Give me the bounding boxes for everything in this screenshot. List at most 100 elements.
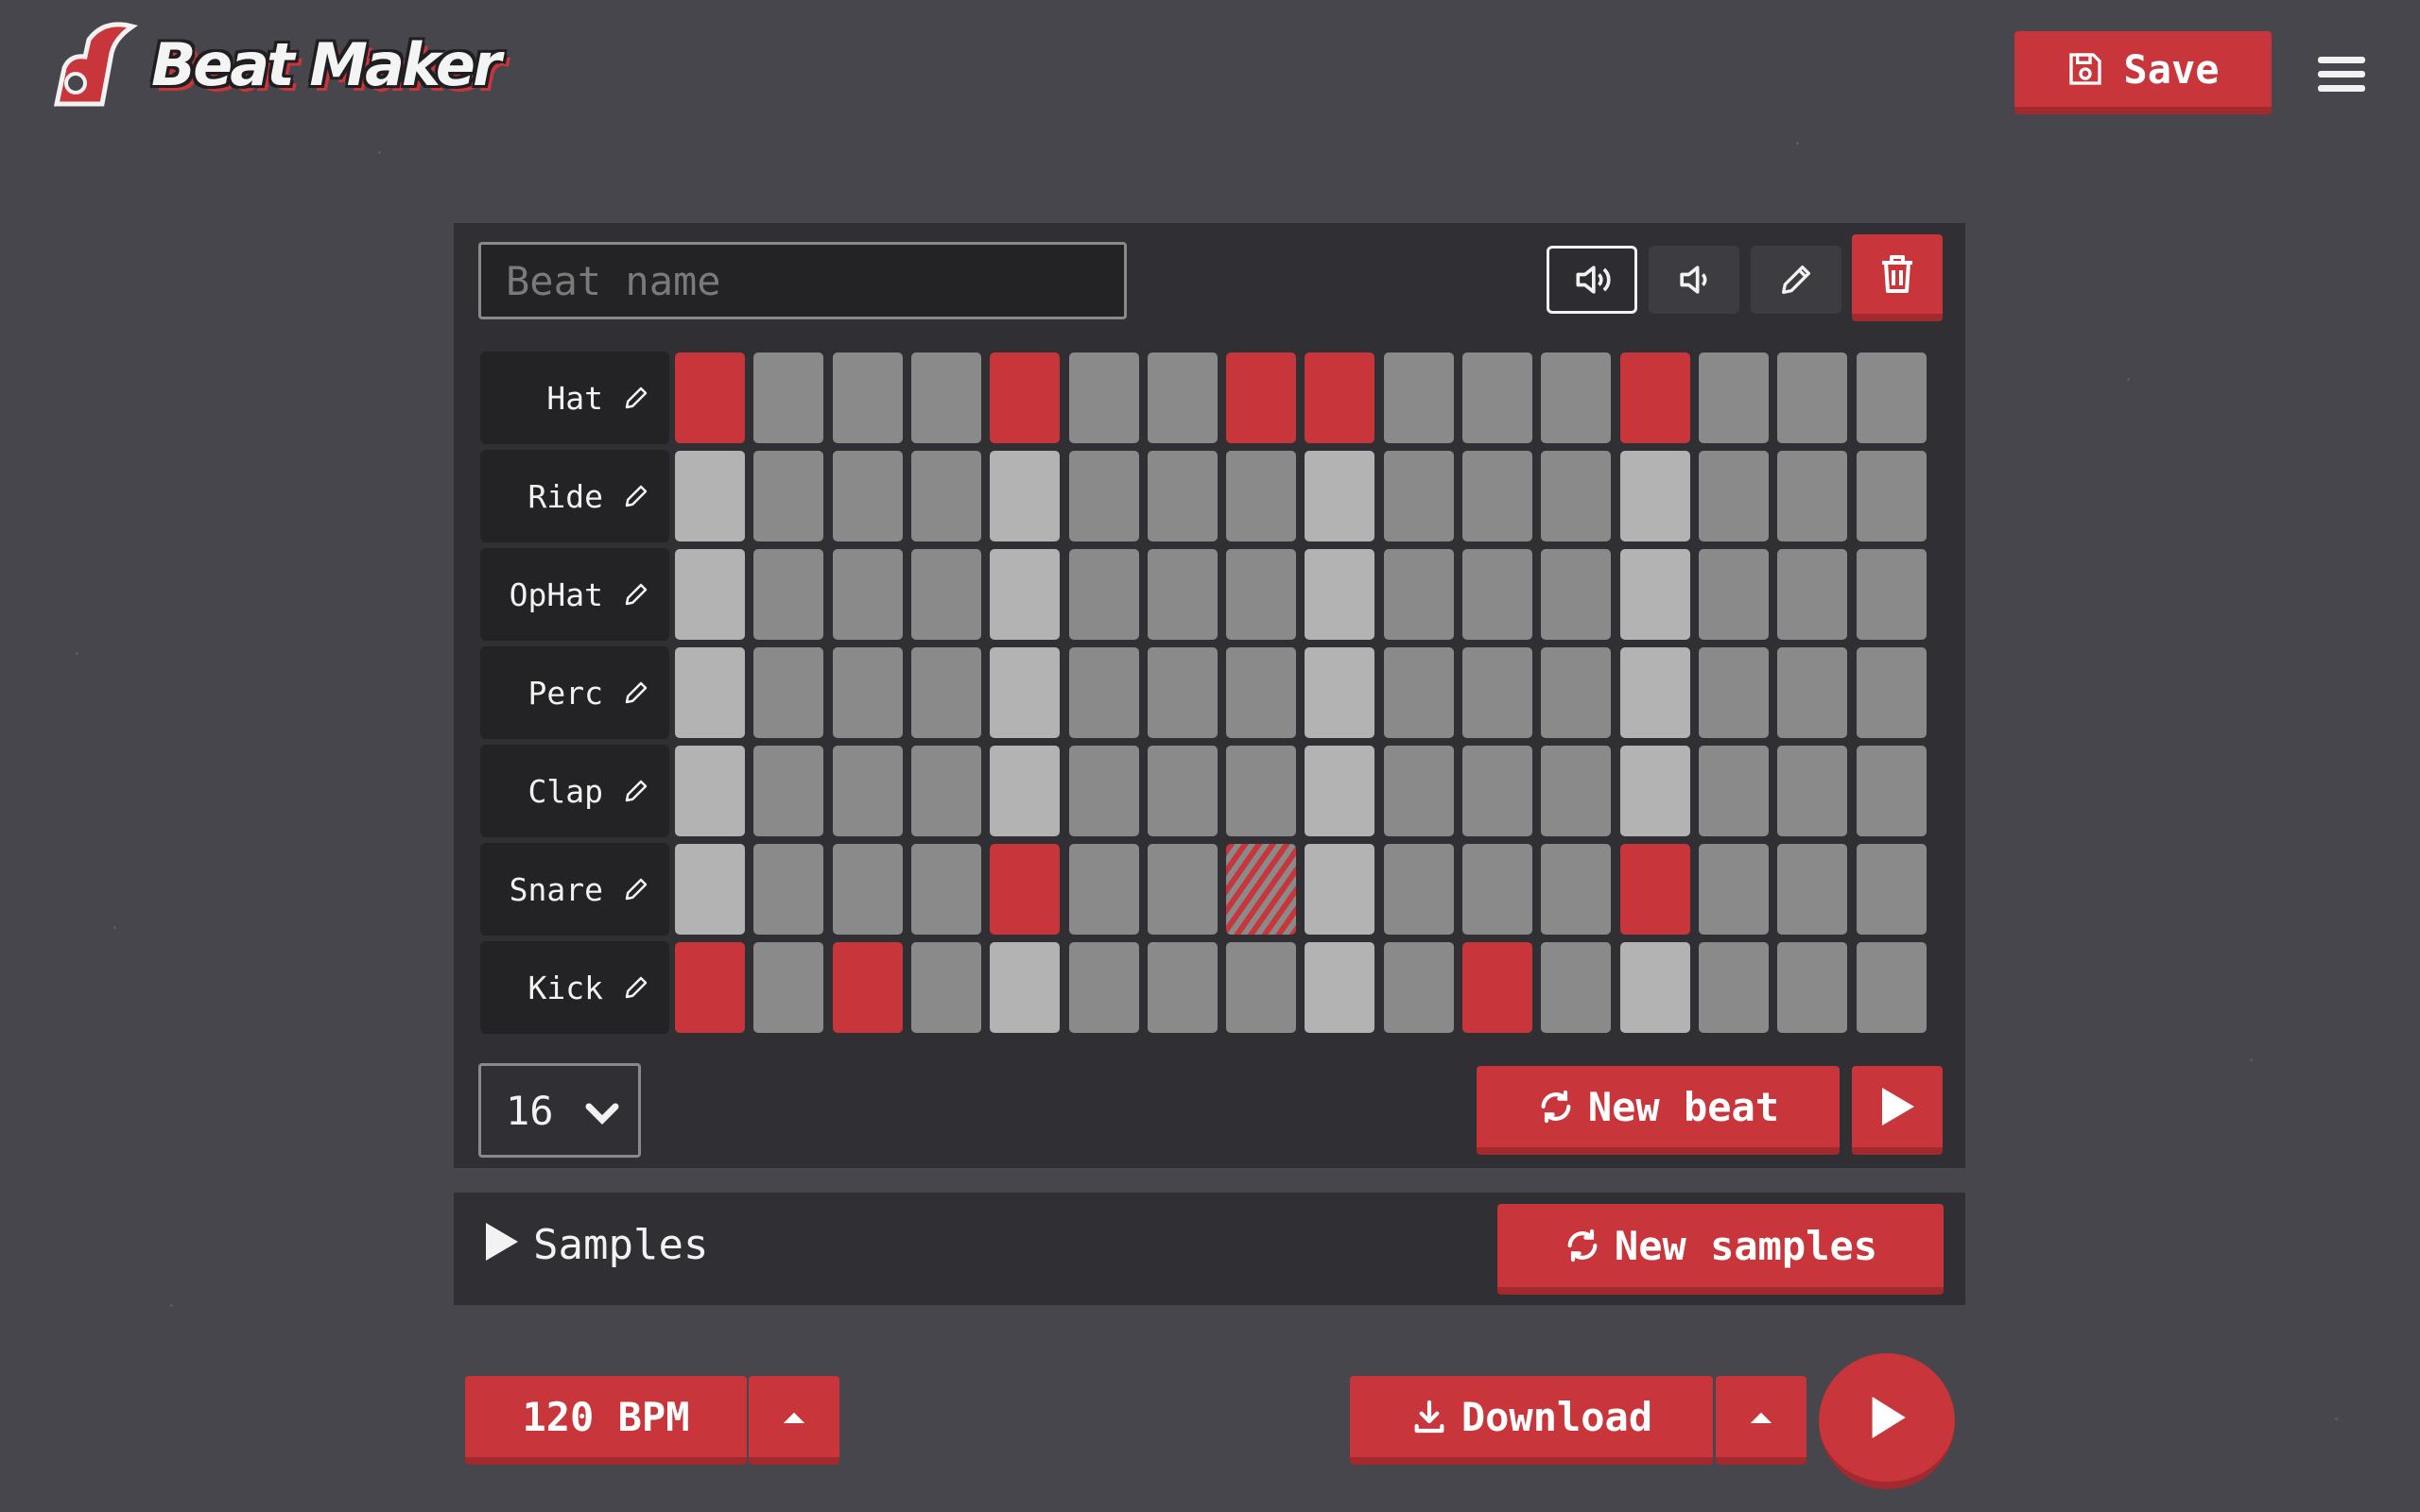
- step-cell-hat-16[interactable]: [1857, 352, 1927, 443]
- rename-track-pencil-icon[interactable]: [622, 875, 650, 903]
- step-cell-clap-11[interactable]: [1462, 746, 1532, 836]
- step-cell-ride-4[interactable]: [911, 451, 981, 541]
- step-cell-ride-1[interactable]: [675, 451, 745, 541]
- step-cell-kick-5[interactable]: [990, 942, 1060, 1033]
- step-cell-perc-2[interactable]: [753, 647, 823, 738]
- step-cell-ophat-1[interactable]: [675, 549, 745, 640]
- step-cell-ride-10[interactable]: [1384, 451, 1454, 541]
- step-cell-clap-7[interactable]: [1148, 746, 1218, 836]
- track-label-kick[interactable]: Kick: [480, 941, 669, 1034]
- step-cell-clap-15[interactable]: [1777, 746, 1847, 836]
- bpm-button[interactable]: 120 BPM: [465, 1376, 747, 1465]
- step-cell-snare-15[interactable]: [1777, 844, 1847, 935]
- step-cell-snare-10[interactable]: [1384, 844, 1454, 935]
- step-cell-perc-14[interactable]: [1699, 647, 1769, 738]
- step-cell-ride-2[interactable]: [753, 451, 823, 541]
- step-cell-perc-7[interactable]: [1148, 647, 1218, 738]
- step-cell-perc-3[interactable]: [833, 647, 903, 738]
- step-cell-ride-14[interactable]: [1699, 451, 1769, 541]
- step-cell-ophat-14[interactable]: [1699, 549, 1769, 640]
- save-button[interactable]: Save: [2014, 31, 2272, 114]
- step-cell-kick-6[interactable]: [1069, 942, 1139, 1033]
- step-cell-snare-7[interactable]: [1148, 844, 1218, 935]
- step-cell-kick-4[interactable]: [911, 942, 981, 1033]
- step-cell-ophat-8[interactable]: [1226, 549, 1296, 640]
- track-label-hat[interactable]: Hat: [480, 352, 669, 444]
- step-cell-hat-15[interactable]: [1777, 352, 1847, 443]
- rename-track-pencil-icon[interactable]: [622, 482, 650, 510]
- step-cell-clap-14[interactable]: [1699, 746, 1769, 836]
- step-cell-snare-14[interactable]: [1699, 844, 1769, 935]
- step-cell-ride-6[interactable]: [1069, 451, 1139, 541]
- step-cell-clap-5[interactable]: [990, 746, 1060, 836]
- samples-toggle-label[interactable]: Samples: [533, 1221, 708, 1269]
- step-cell-ophat-6[interactable]: [1069, 549, 1139, 640]
- step-cell-ride-13[interactable]: [1620, 451, 1690, 541]
- rename-track-pencil-icon[interactable]: [622, 384, 650, 412]
- step-cell-perc-15[interactable]: [1777, 647, 1847, 738]
- step-cell-ride-7[interactable]: [1148, 451, 1218, 541]
- track-label-ride[interactable]: Ride: [480, 450, 669, 542]
- step-cell-hat-14[interactable]: [1699, 352, 1769, 443]
- step-cell-snare-9[interactable]: [1305, 844, 1374, 935]
- step-cell-ride-15[interactable]: [1777, 451, 1847, 541]
- step-cell-hat-1[interactable]: [675, 352, 745, 443]
- step-cell-ophat-13[interactable]: [1620, 549, 1690, 640]
- step-cell-kick-1[interactable]: [675, 942, 745, 1033]
- step-cell-ophat-10[interactable]: [1384, 549, 1454, 640]
- step-cell-kick-7[interactable]: [1148, 942, 1218, 1033]
- step-cell-kick-12[interactable]: [1541, 942, 1611, 1033]
- app-logo[interactable]: Beat Maker: [47, 21, 520, 115]
- step-cell-ophat-9[interactable]: [1305, 549, 1374, 640]
- step-cell-clap-1[interactable]: [675, 746, 745, 836]
- rename-track-pencil-icon[interactable]: [622, 580, 650, 609]
- step-cell-kick-13[interactable]: [1620, 942, 1690, 1033]
- track-label-perc[interactable]: Perc: [480, 646, 669, 739]
- step-cell-hat-13[interactable]: [1620, 352, 1690, 443]
- step-cell-snare-4[interactable]: [911, 844, 981, 935]
- volume-soft-button[interactable]: [1649, 246, 1739, 314]
- step-cell-snare-6[interactable]: [1069, 844, 1139, 935]
- step-cell-kick-16[interactable]: [1857, 942, 1927, 1033]
- step-cell-clap-8[interactable]: [1226, 746, 1296, 836]
- step-cell-perc-8[interactable]: [1226, 647, 1296, 738]
- download-button[interactable]: Download: [1350, 1376, 1713, 1465]
- step-cell-ophat-11[interactable]: [1462, 549, 1532, 640]
- step-cell-kick-2[interactable]: [753, 942, 823, 1033]
- rename-track-pencil-icon[interactable]: [622, 679, 650, 707]
- step-cell-kick-11[interactable]: [1462, 942, 1532, 1033]
- step-cell-hat-11[interactable]: [1462, 352, 1532, 443]
- step-cell-clap-16[interactable]: [1857, 746, 1927, 836]
- step-cell-clap-13[interactable]: [1620, 746, 1690, 836]
- step-cell-perc-5[interactable]: [990, 647, 1060, 738]
- step-cell-perc-12[interactable]: [1541, 647, 1611, 738]
- new-beat-button[interactable]: New beat: [1477, 1066, 1840, 1155]
- step-cell-ophat-12[interactable]: [1541, 549, 1611, 640]
- track-label-ophat[interactable]: OpHat: [480, 548, 669, 641]
- step-cell-kick-14[interactable]: [1699, 942, 1769, 1033]
- step-cell-clap-2[interactable]: [753, 746, 823, 836]
- step-cell-kick-15[interactable]: [1777, 942, 1847, 1033]
- step-cell-hat-8[interactable]: [1226, 352, 1296, 443]
- step-cell-perc-9[interactable]: [1305, 647, 1374, 738]
- step-cell-ride-5[interactable]: [990, 451, 1060, 541]
- rename-track-pencil-icon[interactable]: [622, 777, 650, 805]
- expand-play-icon[interactable]: [482, 1221, 520, 1263]
- beat-name-input[interactable]: [478, 242, 1127, 319]
- step-cell-ride-8[interactable]: [1226, 451, 1296, 541]
- step-cell-hat-6[interactable]: [1069, 352, 1139, 443]
- step-cell-ride-16[interactable]: [1857, 451, 1927, 541]
- step-cell-hat-2[interactable]: [753, 352, 823, 443]
- track-label-snare[interactable]: Snare: [480, 843, 669, 936]
- step-cell-snare-3[interactable]: [833, 844, 903, 935]
- step-cell-perc-13[interactable]: [1620, 647, 1690, 738]
- new-samples-button[interactable]: New samples: [1497, 1204, 1944, 1295]
- menu-button[interactable]: [2318, 57, 2365, 96]
- step-cell-perc-16[interactable]: [1857, 647, 1927, 738]
- step-cell-kick-10[interactable]: [1384, 942, 1454, 1033]
- step-cell-hat-4[interactable]: [911, 352, 981, 443]
- step-cell-snare-8[interactable]: [1226, 844, 1296, 935]
- step-cell-ophat-5[interactable]: [990, 549, 1060, 640]
- step-cell-clap-10[interactable]: [1384, 746, 1454, 836]
- step-cell-clap-9[interactable]: [1305, 746, 1374, 836]
